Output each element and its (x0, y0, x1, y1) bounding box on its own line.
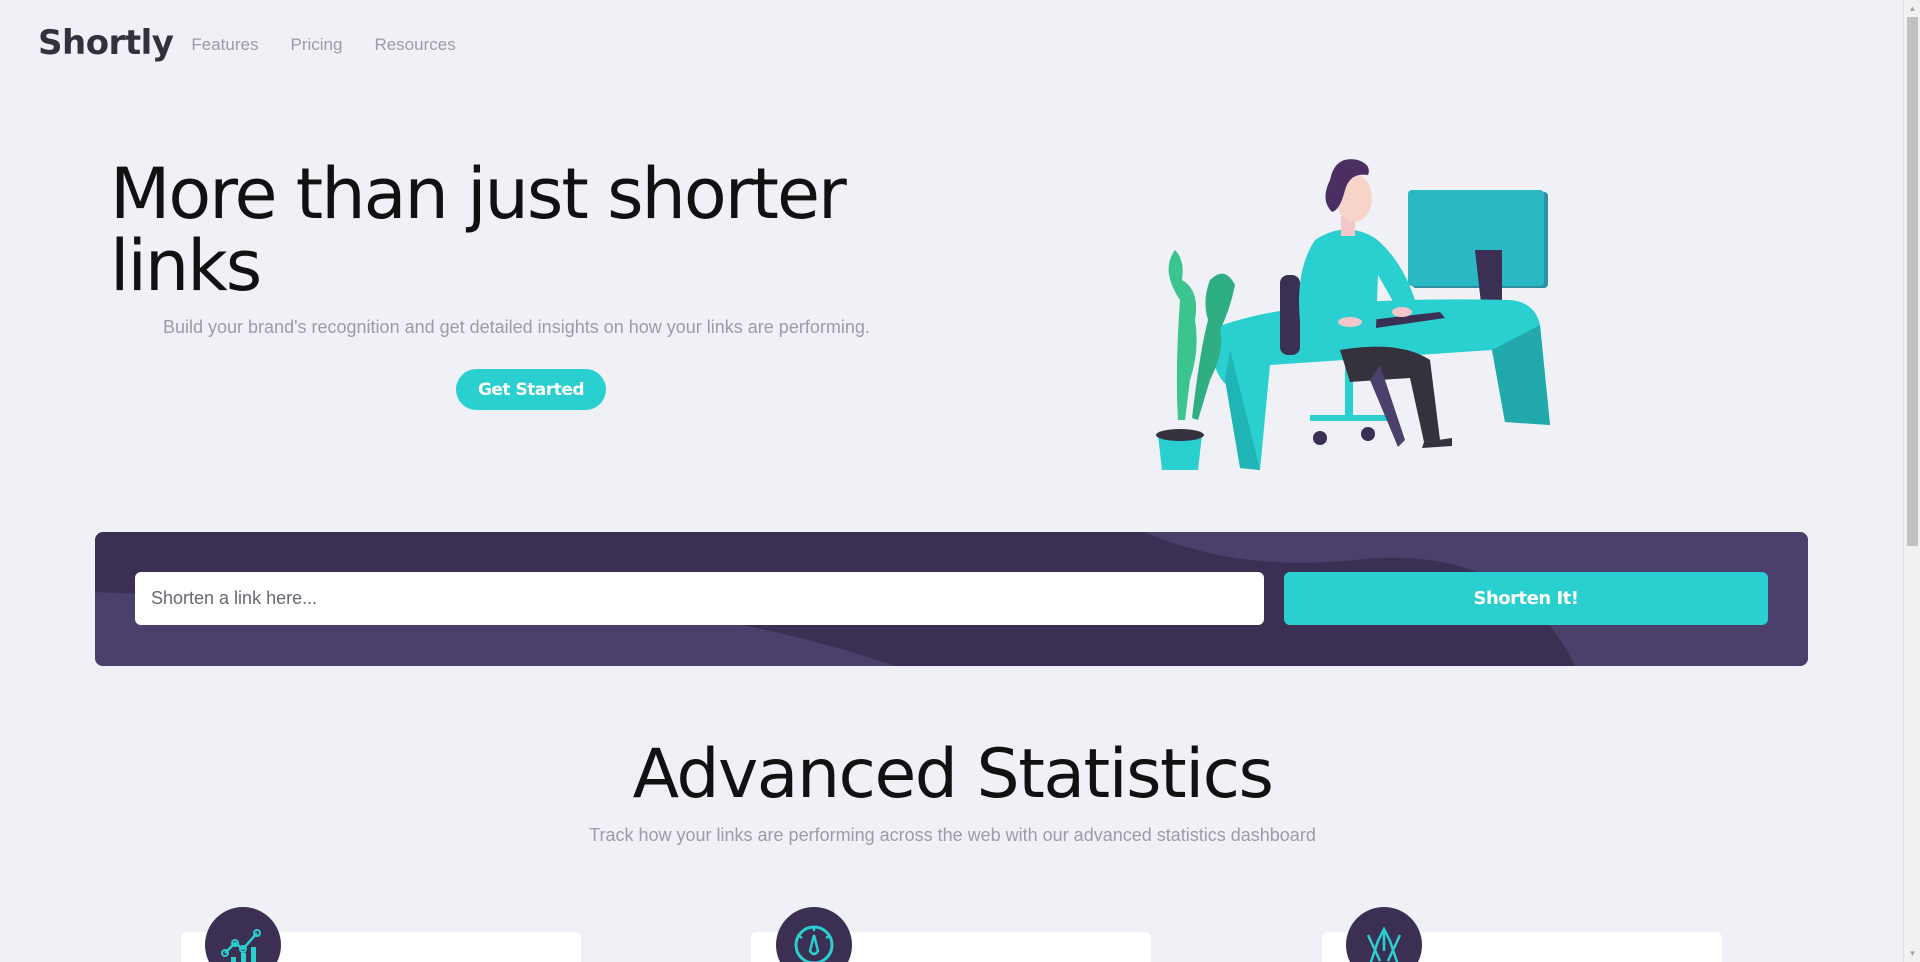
nav-link-features[interactable]: Features (191, 31, 258, 55)
shorten-it-button[interactable]: Shorten It! (1284, 572, 1768, 625)
nav-link-resources[interactable]: Resources (374, 31, 455, 55)
scrollbar-thumb[interactable] (1907, 17, 1918, 546)
scroll-up-arrow-icon[interactable]: ▲ (1904, 0, 1920, 17)
logo[interactable]: Shortly (38, 23, 174, 63)
detailed-records-icon (776, 907, 852, 962)
statistics-subtitle: Track how your links are performing acro… (589, 825, 1316, 845)
fully-customizable-icon (1346, 907, 1422, 962)
brand-recognition-icon (205, 907, 281, 962)
shorten-link-panel: Shorten It! (95, 532, 1808, 666)
statistics-title: Advanced Statistics (632, 735, 1274, 814)
scroll-down-arrow-icon[interactable]: ▼ (1904, 945, 1920, 962)
top-navigation: Shortly Features Pricing Resources (38, 20, 488, 66)
person-working-illustration (1156, 159, 1550, 470)
nav-link-pricing[interactable]: Pricing (290, 31, 342, 55)
hero-subtitle: Build your brand's recognition and get d… (163, 317, 870, 337)
page-scrollbar[interactable]: ▲ ▼ (1903, 0, 1920, 962)
hero-title: More than just shorter links (110, 153, 847, 307)
get-started-button[interactable]: Get Started (456, 369, 606, 410)
shorten-url-input[interactable] (135, 572, 1264, 625)
